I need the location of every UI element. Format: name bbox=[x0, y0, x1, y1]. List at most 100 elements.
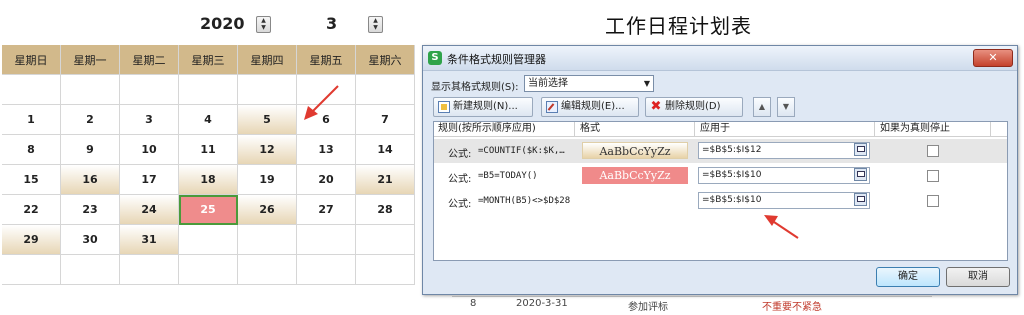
rule-row[interactable]: 公式: =COUNTIF($K:$K,… AaBbCcYyZz =$B$5:$I… bbox=[434, 139, 1007, 163]
calendar-day-cell[interactable]: 14 bbox=[356, 135, 415, 165]
spin-up-icon[interactable]: ▲ bbox=[257, 17, 270, 24]
stop-if-true-checkbox[interactable] bbox=[927, 170, 939, 182]
calendar-day-cell[interactable]: 10 bbox=[120, 135, 179, 165]
format-preview: AaBbCcYyZz bbox=[582, 142, 688, 159]
app-logo-icon: S bbox=[428, 51, 442, 65]
calendar-day-cell[interactable]: 29 bbox=[2, 225, 61, 255]
row-task: 参加评标 bbox=[628, 302, 668, 313]
applies-to-field[interactable]: =$B$5:$I$10 bbox=[698, 167, 870, 184]
stop-if-true-checkbox[interactable] bbox=[927, 195, 939, 207]
cancel-button[interactable]: 取消 bbox=[946, 267, 1010, 287]
calendar-day-cell[interactable]: 22 bbox=[2, 195, 61, 225]
close-button[interactable]: ✕ bbox=[973, 49, 1013, 67]
row-date: 2020-3-31 bbox=[516, 298, 568, 309]
rules-list: 规则(按所示顺序应用) 格式 应用于 如果为真则停止 公式: =COUNTIF(… bbox=[433, 121, 1008, 261]
calendar-day-cell[interactable] bbox=[120, 75, 179, 105]
row-priority: 不重要不紧急 bbox=[762, 302, 822, 313]
column-header-stop: 如果为真则停止 bbox=[880, 123, 950, 134]
calendar-day-cell[interactable]: 20 bbox=[297, 165, 356, 195]
calendar-day-cell[interactable] bbox=[2, 75, 61, 105]
rule-type: 公式: bbox=[448, 199, 472, 210]
calendar-day-cell[interactable] bbox=[356, 255, 415, 285]
calendar-week-row: 22 23 24 25 26 27 28 bbox=[2, 195, 415, 225]
calendar-day-cell[interactable]: 31 bbox=[120, 225, 179, 255]
new-rule-button[interactable]: 新建规则(N)... bbox=[433, 97, 533, 117]
weekday-header: 星期三 bbox=[179, 45, 238, 75]
calendar-day-cell[interactable]: 30 bbox=[61, 225, 120, 255]
rule-formula: =MONTH(B5)<>$D$28 bbox=[478, 196, 571, 206]
row-number: 8 bbox=[470, 298, 477, 309]
calendar-day-cell[interactable]: 15 bbox=[2, 165, 61, 195]
rule-formula: =B5=TODAY() bbox=[478, 171, 538, 181]
calendar-day-cell[interactable] bbox=[238, 225, 297, 255]
calendar-day-cell[interactable]: 6 bbox=[297, 105, 356, 135]
calendar-day-cell[interactable] bbox=[297, 75, 356, 105]
calendar-day-cell[interactable] bbox=[356, 225, 415, 255]
calendar-day-cell[interactable]: 11 bbox=[179, 135, 238, 165]
calendar-day-cell[interactable]: 19 bbox=[238, 165, 297, 195]
calendar-day-cell[interactable]: 1 bbox=[2, 105, 61, 135]
stop-if-true-checkbox[interactable] bbox=[927, 145, 939, 157]
range-picker-icon[interactable] bbox=[854, 168, 867, 181]
calendar-day-cell[interactable] bbox=[61, 255, 120, 285]
weekday-header-row: 星期日 星期一 星期二 星期三 星期四 星期五 星期六 bbox=[2, 45, 415, 75]
calendar-day-cell[interactable]: 16 bbox=[61, 165, 120, 195]
calendar-day-cell[interactable] bbox=[120, 255, 179, 285]
rule-type: 公式: bbox=[448, 174, 472, 185]
calendar-day-cell[interactable]: 26 bbox=[238, 195, 297, 225]
calendar-day-cell[interactable]: 25 bbox=[179, 195, 238, 225]
calendar-day-cell[interactable]: 21 bbox=[356, 165, 415, 195]
calendar-day-cell[interactable]: 27 bbox=[297, 195, 356, 225]
calendar-day-cell[interactable] bbox=[2, 255, 61, 285]
range-picker-icon[interactable] bbox=[854, 143, 867, 156]
calendar-body: 1 2 3 4 5 6 7 8 9 10 11 12 13 14 15 16 17 18 19 20 21 22 23 24 2… bbox=[2, 75, 415, 285]
calendar-day-cell[interactable] bbox=[297, 225, 356, 255]
calendar-day-cell[interactable]: 13 bbox=[297, 135, 356, 165]
calendar-day-cell[interactable]: 2 bbox=[61, 105, 120, 135]
ok-button[interactable]: 确定 bbox=[876, 267, 940, 287]
applies-to-field[interactable]: =$B$5:$I$12 bbox=[698, 142, 870, 159]
calendar-day-cell[interactable] bbox=[61, 75, 120, 105]
calendar-week-row: 15 16 17 18 19 20 21 bbox=[2, 165, 415, 195]
column-header-applies: 应用于 bbox=[700, 123, 730, 134]
month-spinner[interactable]: ▲ ▼ bbox=[368, 16, 383, 33]
applies-to-field[interactable]: =$B$5:$I$10 bbox=[698, 192, 870, 209]
format-preview: AaBbCcYyZz bbox=[582, 167, 688, 184]
calendar-day-cell[interactable]: 7 bbox=[356, 105, 415, 135]
calendar-day-cell[interactable]: 3 bbox=[120, 105, 179, 135]
calendar-day-cell[interactable] bbox=[356, 75, 415, 105]
calendar-day-cell[interactable]: 4 bbox=[179, 105, 238, 135]
calendar-day-cell[interactable] bbox=[238, 75, 297, 105]
spin-down-icon[interactable]: ▼ bbox=[369, 24, 382, 31]
calendar-day-cell[interactable]: 5 bbox=[238, 105, 297, 135]
calendar-day-cell[interactable]: 12 bbox=[238, 135, 297, 165]
calendar-day-cell[interactable]: 18 bbox=[179, 165, 238, 195]
calendar-day-cell[interactable] bbox=[179, 75, 238, 105]
weekday-header: 星期四 bbox=[238, 45, 297, 75]
show-rules-select[interactable]: 当前选择 ▼ bbox=[524, 75, 654, 92]
calendar-day-cell[interactable] bbox=[179, 225, 238, 255]
calendar-day-cell[interactable] bbox=[179, 255, 238, 285]
calendar-day-cell[interactable] bbox=[297, 255, 356, 285]
chevron-down-icon[interactable]: ▼ bbox=[644, 76, 650, 91]
calendar-day-cell[interactable] bbox=[238, 255, 297, 285]
dialog-titlebar[interactable]: S 条件格式规则管理器 ✕ bbox=[423, 46, 1017, 71]
rule-row[interactable]: 公式: =MONTH(B5)<>$D$28 =$B$5:$I$10 bbox=[434, 189, 1007, 213]
column-header-format: 格式 bbox=[580, 123, 600, 134]
spin-down-icon[interactable]: ▼ bbox=[257, 24, 270, 31]
move-up-button[interactable]: ▲ bbox=[753, 97, 771, 117]
calendar-day-cell[interactable]: 28 bbox=[356, 195, 415, 225]
calendar-day-cell[interactable]: 17 bbox=[120, 165, 179, 195]
show-rules-label: 显示其格式规则(S): bbox=[431, 82, 519, 93]
calendar-day-cell[interactable]: 9 bbox=[61, 135, 120, 165]
rule-row[interactable]: 公式: =B5=TODAY() AaBbCcYyZz =$B$5:$I$10 bbox=[434, 164, 1007, 188]
calendar-day-cell[interactable]: 8 bbox=[2, 135, 61, 165]
calendar-day-cell[interactable]: 24 bbox=[120, 195, 179, 225]
move-down-button[interactable]: ▼ bbox=[777, 97, 795, 117]
edit-rule-button[interactable]: 编辑规则(E)... bbox=[541, 97, 639, 117]
year-spinner[interactable]: ▲ ▼ bbox=[256, 16, 271, 33]
calendar-day-cell[interactable]: 23 bbox=[61, 195, 120, 225]
spin-up-icon[interactable]: ▲ bbox=[369, 17, 382, 24]
delete-rule-button[interactable]: ✖ 删除规则(D) bbox=[645, 97, 743, 117]
range-picker-icon[interactable] bbox=[854, 193, 867, 206]
